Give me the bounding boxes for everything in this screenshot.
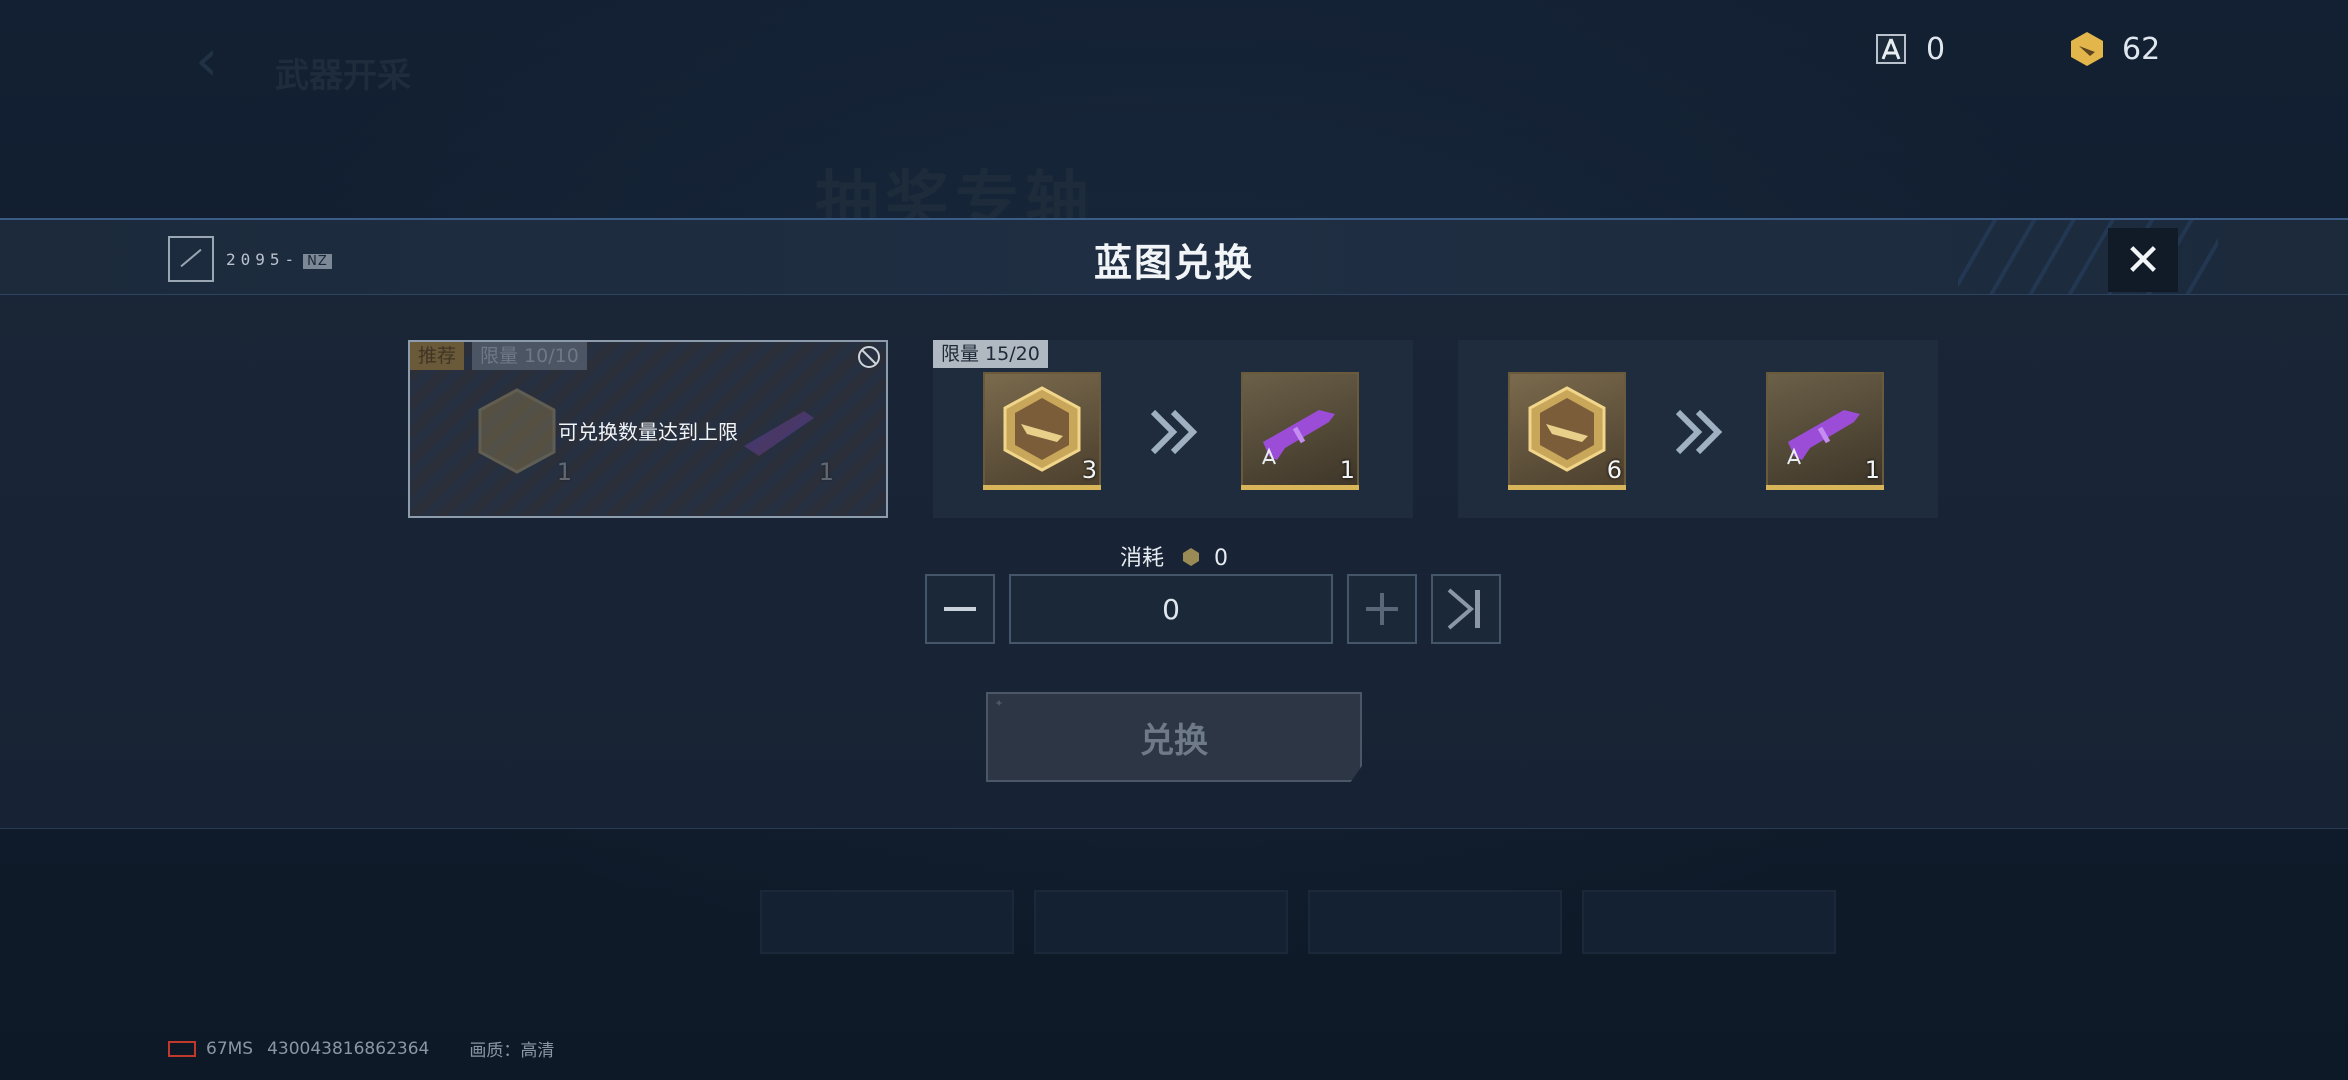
- limit-tag: 限量 10/10: [472, 342, 587, 370]
- double-chevron-icon: [1675, 409, 1723, 455]
- ban-icon: [858, 346, 880, 368]
- corner-decoration: +: [996, 698, 1003, 709]
- rarity-bar: [983, 485, 1101, 490]
- blueprint-icon: [1872, 30, 1910, 68]
- exchange-card-1[interactable]: 推荐 限量 10/10 1 1 可兑换数量达到上限: [408, 340, 888, 518]
- output-item: 1: [1241, 372, 1359, 490]
- hex-currency: 62: [2068, 30, 2160, 68]
- max-button[interactable]: [1431, 574, 1501, 644]
- hex-coin-icon: [1183, 548, 1199, 566]
- close-button[interactable]: ✕: [2108, 228, 2178, 292]
- card-tags: 限量 15/20: [933, 340, 1048, 368]
- cost-value: 0: [1214, 546, 1228, 571]
- battery-icon: [168, 1040, 196, 1057]
- quantity-input[interactable]: 0: [1009, 574, 1333, 644]
- input-item: 6: [1508, 372, 1626, 490]
- output-count: 1: [1864, 456, 1880, 484]
- background-subtitle: 武器开采: [275, 56, 411, 96]
- input-count: 1: [556, 458, 572, 486]
- quantity-stepper: 0: [925, 574, 1501, 644]
- background-tiles: [760, 890, 1836, 954]
- modal-header: 2095- NZ 蓝图兑换 ✕: [0, 220, 2348, 295]
- exchange-button-label: 兑换: [1140, 720, 1208, 761]
- hex-coin-icon: [2068, 30, 2106, 68]
- gun-blueprint-icon: [1262, 410, 1335, 465]
- close-icon: ✕: [2124, 234, 2162, 286]
- double-chevron-icon: [1150, 409, 1198, 455]
- hex-coin-count: 62: [2122, 31, 2161, 67]
- user-id: 430043816862364: [267, 1038, 430, 1059]
- limit-reached-message: 可兑换数量达到上限: [558, 420, 738, 444]
- rarity-bar: [1508, 485, 1626, 490]
- card-tags: 推荐 限量 10/10: [410, 342, 587, 370]
- output-count: 1: [1339, 456, 1355, 484]
- blueprint-exchange-modal: 2095- NZ 蓝图兑换 ✕ 推荐 限量 10/10 1 1 可兑换数量达到上限: [0, 218, 2348, 829]
- output-count: 1: [818, 458, 834, 486]
- blueprint-currency: 0: [1872, 30, 1945, 68]
- exchange-button[interactable]: + 兑换: [986, 692, 1362, 782]
- hex-badge-icon: [1003, 386, 1081, 472]
- cost-label: 消耗: [1119, 546, 1164, 571]
- decrease-button[interactable]: [925, 574, 995, 644]
- minus-icon: [944, 607, 976, 611]
- input-count: 6: [1606, 456, 1622, 484]
- status-footer: 67MS 430043816862364 画质：高清: [168, 1036, 554, 1061]
- rarity-bar: [1766, 485, 1884, 490]
- increase-button[interactable]: [1347, 574, 1417, 644]
- exchange-card-2[interactable]: 限量 15/20 3 1: [933, 340, 1413, 518]
- plus-icon: [1366, 593, 1398, 625]
- hex-badge-icon: [1528, 386, 1606, 472]
- output-item: 1: [1766, 372, 1884, 490]
- skip-to-max-icon: [1447, 588, 1480, 630]
- ping-status: 67MS: [168, 1039, 253, 1059]
- back-arrow-icon: ‹: [195, 26, 219, 94]
- ping-value: 67MS: [206, 1038, 254, 1059]
- rarity-bar: [1241, 485, 1359, 490]
- quality-label: 画质：高清: [469, 1041, 555, 1061]
- recommend-tag: 推荐: [410, 342, 465, 370]
- cost-row: 消耗 0: [0, 540, 2348, 572]
- input-count: 3: [1081, 456, 1097, 484]
- blueprint-count: 0: [1926, 31, 1946, 67]
- gun-blueprint-icon: [1787, 410, 1860, 465]
- input-item: 3: [983, 372, 1101, 490]
- modal-title: 蓝图兑换: [1093, 241, 1254, 285]
- limit-tag: 限量 15/20: [933, 340, 1048, 368]
- exchange-card-3[interactable]: 6 1: [1458, 340, 1938, 518]
